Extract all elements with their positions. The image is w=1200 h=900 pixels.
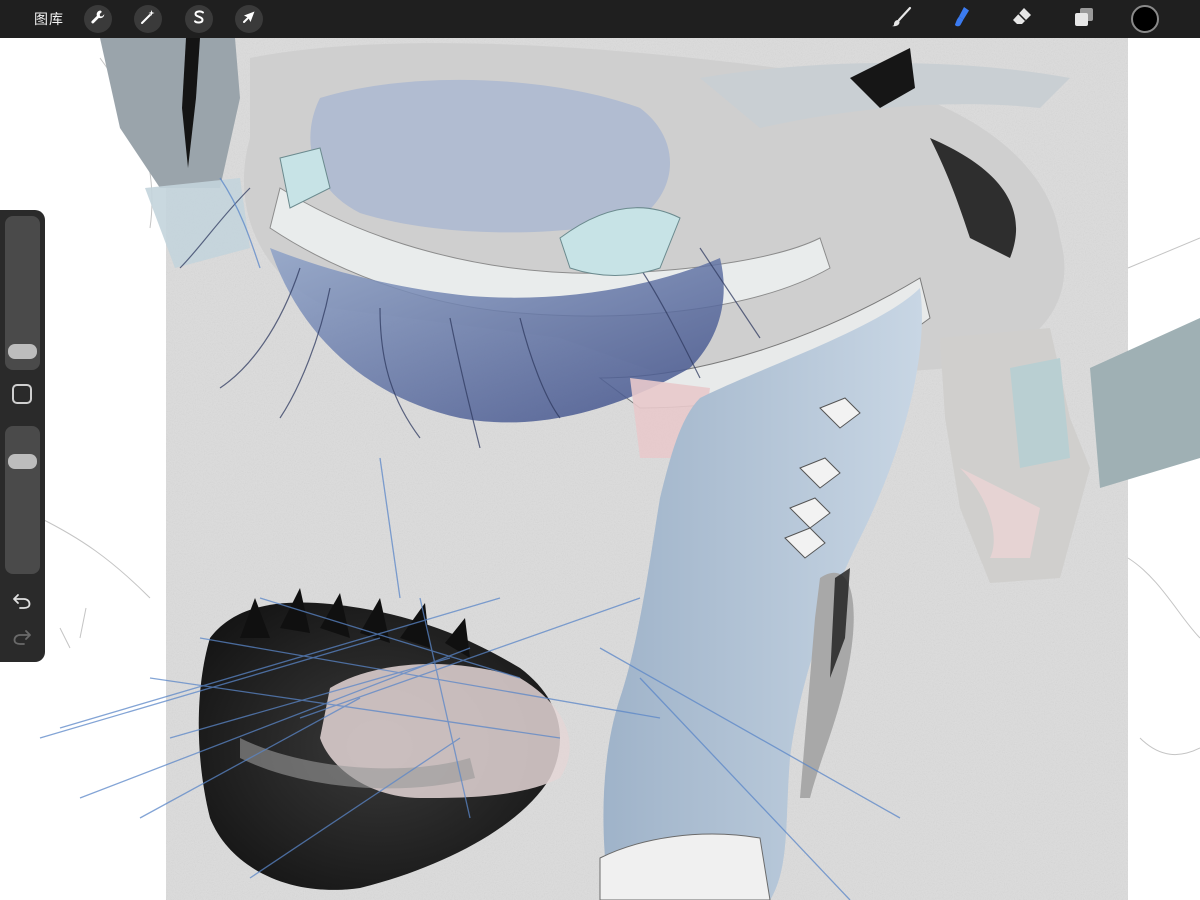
gallery-button[interactable]: 图库 xyxy=(34,9,64,29)
actions-button[interactable] xyxy=(84,5,112,33)
selection-button[interactable] xyxy=(185,5,213,33)
color-button[interactable] xyxy=(1131,5,1159,33)
smudge-finger-icon xyxy=(950,5,974,34)
brush-size-slider[interactable] xyxy=(5,216,40,370)
brush-tool-button[interactable] xyxy=(886,5,918,33)
transform-button[interactable] xyxy=(235,5,263,33)
eraser-icon xyxy=(1010,5,1034,34)
modify-button[interactable] xyxy=(12,384,32,404)
undo-button[interactable] xyxy=(9,591,35,615)
brush-icon xyxy=(890,5,914,34)
undo-icon xyxy=(12,592,32,615)
magic-wand-icon xyxy=(140,9,156,30)
layers-button[interactable] xyxy=(1068,5,1100,33)
top-toolbar: 图库 xyxy=(0,0,1200,38)
left-sidebar xyxy=(0,210,45,662)
redo-icon xyxy=(12,628,32,651)
opacity-handle[interactable] xyxy=(8,454,37,469)
canvas-area[interactable] xyxy=(0,38,1200,900)
opacity-slider[interactable] xyxy=(5,426,40,574)
adjustments-button[interactable] xyxy=(134,5,162,33)
redo-button[interactable] xyxy=(9,627,35,651)
arrow-cursor-icon xyxy=(241,9,257,30)
brush-size-handle[interactable] xyxy=(8,344,37,359)
selection-s-icon xyxy=(191,9,207,30)
smudge-tool-button[interactable] xyxy=(946,5,978,33)
artwork-canvas[interactable] xyxy=(0,38,1200,900)
wrench-icon xyxy=(90,9,106,30)
eraser-tool-button[interactable] xyxy=(1006,5,1038,33)
layers-icon xyxy=(1072,5,1096,34)
